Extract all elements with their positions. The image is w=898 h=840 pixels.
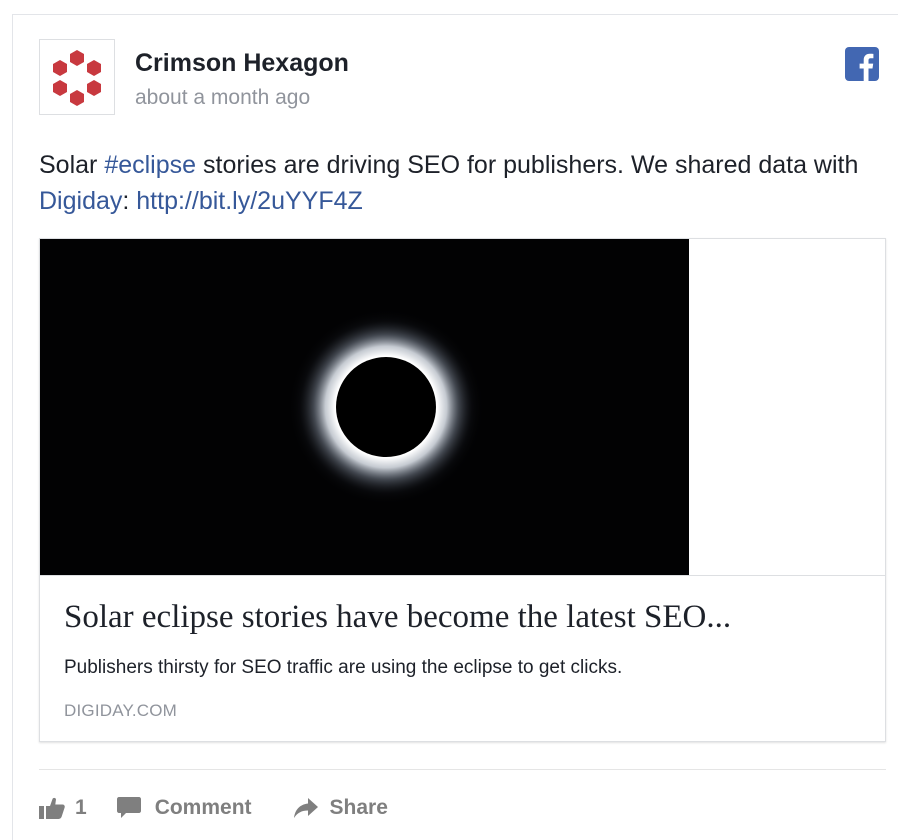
link-description: Publishers thirsty for SEO traffic are u… bbox=[64, 657, 623, 678]
actions-divider bbox=[39, 769, 886, 770]
solar-eclipse-image[interactable] bbox=[40, 239, 689, 576]
facebook-icon[interactable] bbox=[845, 47, 879, 81]
link-domain: DIGIDAY.COM bbox=[64, 701, 178, 720]
share-arrow-icon bbox=[293, 798, 318, 818]
comment-button[interactable]: Comment bbox=[116, 796, 252, 820]
like-count: 1 bbox=[75, 796, 87, 819]
card-divider bbox=[40, 575, 885, 576]
social-post-card: Crimson Hexagon about a month ago Solar … bbox=[12, 14, 898, 840]
link-preview-card[interactable]: Solar eclipse stories have become the la… bbox=[39, 238, 886, 742]
avatar[interactable] bbox=[39, 39, 115, 115]
post-timestamp[interactable]: about a month ago bbox=[135, 86, 310, 110]
post-message: Solar #eclipse stories are driving SEO f… bbox=[39, 147, 859, 219]
post-actions-bar: 1 Comment Share bbox=[39, 791, 388, 825]
eclipse-moon bbox=[336, 357, 436, 457]
comment-label: Comment bbox=[154, 796, 252, 819]
mention-link[interactable]: Digiday bbox=[39, 187, 122, 215]
author-name-link[interactable]: Crimson Hexagon bbox=[135, 49, 349, 78]
crimson-hexagon-logo-icon bbox=[53, 50, 101, 106]
link-title[interactable]: Solar eclipse stories have become the la… bbox=[64, 599, 864, 636]
post-text-part: : bbox=[122, 187, 137, 215]
speech-bubble-icon bbox=[116, 797, 141, 818]
thumbs-up-icon bbox=[39, 797, 65, 819]
hashtag-link[interactable]: #eclipse bbox=[104, 151, 196, 179]
post-text-part: stories are driving SEO for publishers. … bbox=[196, 151, 859, 179]
share-label: Share bbox=[329, 796, 388, 819]
post-text-part: Solar bbox=[39, 151, 105, 179]
like-button[interactable]: 1 bbox=[39, 796, 87, 820]
short-url-link[interactable]: http://bit.ly/2uYYF4Z bbox=[136, 187, 363, 215]
share-button[interactable]: Share bbox=[293, 796, 388, 820]
